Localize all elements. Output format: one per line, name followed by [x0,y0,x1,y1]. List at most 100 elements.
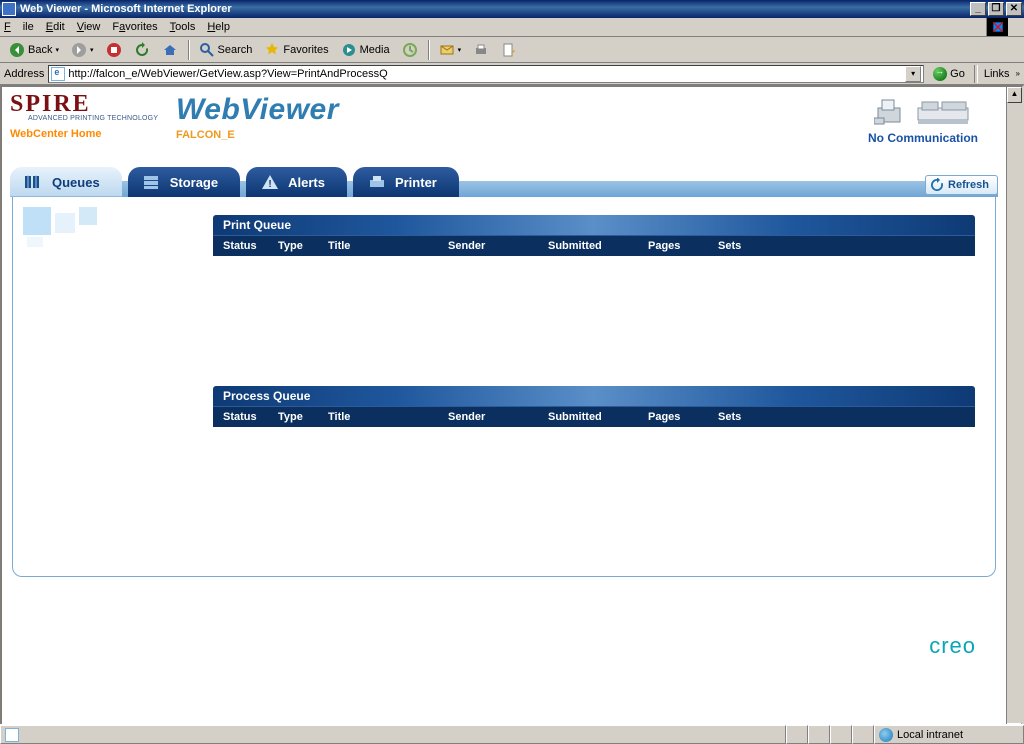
window-title: Web Viewer - Microsoft Internet Explorer [20,3,232,15]
menu-tools[interactable]: Tools [170,21,196,33]
back-icon [9,42,25,58]
page-icon [51,67,65,81]
chevron-down-icon[interactable]: ▾ [90,46,94,54]
ie-throbber-icon [986,18,1008,36]
menu-favorites[interactable]: Favorites [112,21,157,33]
col-pages[interactable]: Pages [648,240,718,252]
vertical-scrollbar[interactable]: ▲ ▼ [1006,87,1022,739]
creo-logo: creo [929,633,976,659]
col-pages[interactable]: Pages [648,411,718,423]
status-bar: Local intranet [0,724,1024,744]
menu-edit[interactable]: Edit [46,21,65,33]
main-panel: Print Queue Status Type Title Sender Sub… [12,197,996,577]
print-icon [473,42,489,58]
col-type[interactable]: Type [278,411,328,423]
stop-icon [106,42,122,58]
col-sets[interactable]: Sets [718,240,768,252]
page-icon [5,728,19,742]
home-icon [162,42,178,58]
search-button[interactable]: Search [194,39,258,61]
status-slot [830,725,852,744]
minimize-button[interactable]: _ [970,2,986,16]
col-sender[interactable]: Sender [448,240,548,252]
alerts-icon: ! [260,174,280,190]
favorites-button[interactable]: Favorites [259,39,333,61]
security-zone: Local intranet [874,725,1024,744]
col-type[interactable]: Type [278,240,328,252]
media-button[interactable]: Media [336,39,395,61]
history-icon [402,42,418,58]
forward-button[interactable]: ▾ [66,39,99,61]
close-button[interactable]: ✕ [1006,2,1022,16]
status-message [0,725,786,744]
content-area: SPIRE ADVANCED PRINTING TECHNOLOGY WebCe… [0,85,1024,741]
maximize-button[interactable]: ❐ [988,2,1004,16]
comm-status: No Communication [848,131,998,145]
storage-icon [142,174,162,190]
stop-button[interactable] [101,39,127,61]
go-button[interactable]: Go [928,66,970,82]
home-button[interactable] [157,39,183,61]
browser-toolbar: Back ▾ ▾ Search Favorites Media ▾ [0,37,1024,63]
links-label[interactable]: Links [982,68,1012,80]
refresh-page-button[interactable]: Refresh [925,175,998,195]
print-queue-block: Print Queue Status Type Title Sender Sub… [213,215,975,256]
address-label: Address [4,68,44,80]
col-title[interactable]: Title [328,240,448,252]
brand-tagline: ADVANCED PRINTING TECHNOLOGY [10,115,170,122]
back-button[interactable]: Back ▾ [4,39,64,61]
app-header: SPIRE ADVANCED PRINTING TECHNOLOGY WebCe… [2,87,1006,157]
status-slot [852,725,874,744]
panel-decor [13,197,213,576]
col-submitted[interactable]: Submitted [548,240,648,252]
go-icon [933,67,947,81]
menu-help[interactable]: Help [207,21,230,33]
address-bar: Address ▾ Go Links » [0,63,1024,85]
tab-queues[interactable]: Queues [10,167,122,197]
address-box[interactable]: ▾ [48,65,924,83]
printer-icon [367,174,387,190]
print-queue-header: Status Type Title Sender Submitted Pages… [213,235,975,256]
tab-storage[interactable]: Storage [128,167,240,197]
svg-text:!: ! [268,179,271,190]
refresh-button[interactable] [129,39,155,61]
col-status[interactable]: Status [223,411,278,423]
webcenter-home-link[interactable]: WebCenter Home [10,128,170,140]
print-queue-title: Print Queue [213,215,975,235]
history-button[interactable] [397,39,423,61]
printer-status-icon [848,93,998,129]
print-button[interactable] [468,39,494,61]
menu-file[interactable]: File [4,21,34,33]
status-slot [808,725,830,744]
edit-icon [501,42,517,58]
brand-logo: SPIRE [10,93,170,115]
refresh-icon [134,42,150,58]
forward-icon [71,42,87,58]
menu-bar: File Edit View Favorites Tools Help [0,18,1024,37]
tab-printer[interactable]: Printer [353,167,459,197]
col-sets[interactable]: Sets [718,411,768,423]
tab-bar: Queues Storage ! Alerts Printer Refresh [2,157,1006,197]
chevron-right-icon[interactable]: » [1016,69,1020,78]
col-title[interactable]: Title [328,411,448,423]
process-queue-title: Process Queue [213,386,975,406]
search-icon [199,42,215,58]
media-icon [341,42,357,58]
address-input[interactable] [68,68,905,80]
ie-icon [2,2,16,16]
edit-page-button[interactable] [496,39,522,61]
address-dropdown[interactable]: ▾ [905,66,921,82]
col-status[interactable]: Status [223,240,278,252]
app-title: WebViewer [176,93,339,127]
zone-icon [879,728,893,742]
menu-view[interactable]: View [77,21,101,33]
mail-button[interactable]: ▾ [434,39,467,61]
toolbar-grip[interactable] [974,65,978,83]
scroll-up-button[interactable]: ▲ [1007,87,1022,103]
chevron-down-icon[interactable]: ▾ [55,46,59,54]
col-submitted[interactable]: Submitted [548,411,648,423]
tab-alerts[interactable]: ! Alerts [246,167,347,197]
chevron-down-icon[interactable]: ▾ [458,46,462,54]
col-sender[interactable]: Sender [448,411,548,423]
process-queue-block: Process Queue Status Type Title Sender S… [213,386,975,427]
